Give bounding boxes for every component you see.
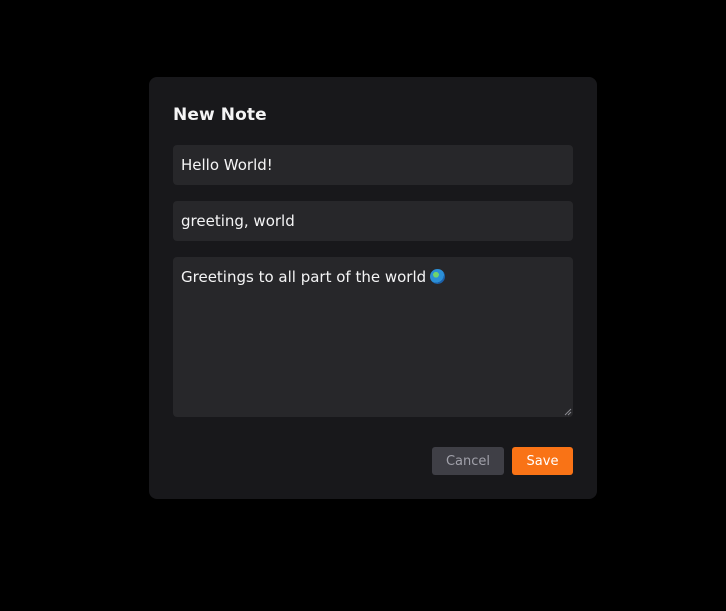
note-body-textarea[interactable] <box>173 257 573 417</box>
note-title-input[interactable] <box>173 145 573 185</box>
modal-backdrop: New Note Greetings to all part of the wo… <box>0 0 726 611</box>
cancel-button[interactable]: Cancel <box>432 447 504 475</box>
new-note-dialog: New Note Greetings to all part of the wo… <box>149 77 597 499</box>
dialog-title: New Note <box>173 105 267 125</box>
save-button[interactable]: Save <box>512 447 573 475</box>
resize-handle-icon[interactable] <box>564 408 572 416</box>
note-tags-input[interactable] <box>173 201 573 241</box>
